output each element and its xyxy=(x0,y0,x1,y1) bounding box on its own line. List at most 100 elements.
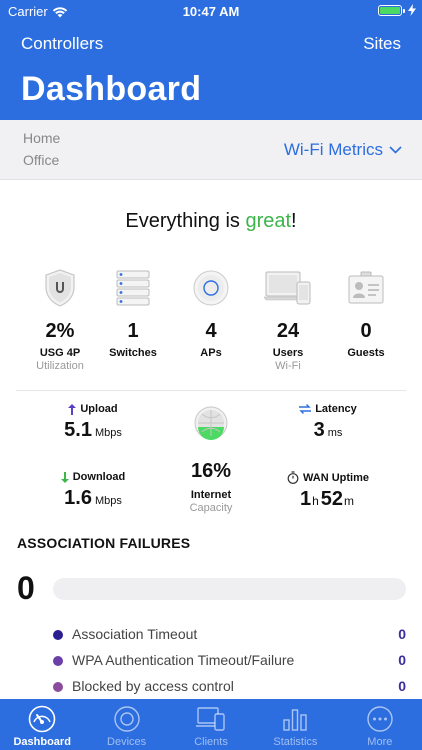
failure-value: 0 xyxy=(398,626,406,642)
download-stat: Download 1.6 Mbps xyxy=(18,471,168,510)
failure-item-wpa-auth[interactable]: WPA Authentication Timeout/Failure 0 xyxy=(53,652,406,672)
tab-clients[interactable]: Clients xyxy=(169,699,253,750)
status-right xyxy=(378,4,416,16)
headline-highlight: great xyxy=(245,210,292,232)
uptime-minutes-unit: m xyxy=(344,494,355,508)
wan-uptime-label: WAN Uptime xyxy=(303,471,369,484)
failure-label: Association Timeout xyxy=(72,626,198,642)
status-bar: Carrier 10:47 AM xyxy=(0,0,422,22)
capacity-label: Capacity xyxy=(189,502,233,514)
devices-disc-icon xyxy=(113,706,140,732)
legend-dot xyxy=(53,656,63,666)
failure-value: 0 xyxy=(398,652,406,668)
devices-icon xyxy=(264,271,311,305)
device-users[interactable]: 24 Users Wi-Fi xyxy=(246,268,330,372)
wan-uptime-stat: WAN Uptime 1h 52m xyxy=(253,471,403,511)
switches-label: Switches xyxy=(109,347,157,359)
headline-prefix: Everything is xyxy=(125,210,246,232)
tab-devices[interactable]: Devices xyxy=(84,699,168,750)
latency-unit: ms xyxy=(327,427,343,439)
switch-icon xyxy=(116,270,150,306)
statistics-icon xyxy=(283,709,308,731)
tab-label: More xyxy=(367,736,393,748)
uptime-hours-unit: h xyxy=(312,494,319,508)
access-point-icon xyxy=(193,270,229,306)
latency-label: Latency xyxy=(315,403,357,415)
headline-suffix: ! xyxy=(291,210,297,232)
tab-label: Clients xyxy=(194,736,228,748)
chevron-down-icon xyxy=(389,146,402,154)
aps-count: 4 xyxy=(205,320,217,342)
aps-label: APs xyxy=(200,347,222,359)
tab-label: Devices xyxy=(107,736,147,748)
upload-label: Upload xyxy=(80,403,118,415)
internet-capacity-value: 16% xyxy=(190,460,232,482)
upload-unit: Mbps xyxy=(94,427,122,439)
failure-label: WPA Authentication Timeout/Failure xyxy=(72,652,295,668)
association-failures-count: 0 xyxy=(17,570,35,606)
failure-item-blocked[interactable]: Blocked by access control 0 xyxy=(53,678,406,698)
tab-statistics[interactable]: Statistics xyxy=(253,699,337,750)
site-name-line1: Home xyxy=(23,130,61,146)
legend-dot xyxy=(53,630,63,640)
app-header: Carrier 10:47 AM Controllers Sites Dashb… xyxy=(0,0,422,120)
download-unit: Mbps xyxy=(94,495,122,507)
switches-count: 1 xyxy=(127,320,139,342)
health-headline: Everything is great! xyxy=(0,210,422,233)
section-divider xyxy=(16,390,406,391)
usg-label: USG 4P xyxy=(39,347,81,359)
tab-more[interactable]: More xyxy=(338,699,422,750)
uptime-hours: 1 xyxy=(299,488,312,510)
download-label: Download xyxy=(72,471,126,483)
failure-value: 0 xyxy=(398,678,406,694)
uptime-minutes: 52 xyxy=(320,488,344,510)
more-icon xyxy=(367,706,393,732)
users-label: Users xyxy=(272,347,304,359)
tab-label: Statistics xyxy=(273,736,318,748)
arrow-down-icon xyxy=(60,471,69,483)
tab-dashboard[interactable]: Dashboard xyxy=(0,699,84,750)
guest-badge-icon xyxy=(348,271,384,304)
shield-icon xyxy=(45,269,75,307)
tab-label: Dashboard xyxy=(13,736,71,748)
download-value: 1.6 xyxy=(64,487,92,509)
guests-count: 0 xyxy=(360,320,372,342)
tab-bar: Dashboard Devices Clients Statistics Mor… xyxy=(0,699,422,750)
guests-label: Guests xyxy=(347,347,385,359)
users-sub-label: Wi-Fi xyxy=(275,360,301,372)
wifi-metrics-label: Wi-Fi Metrics xyxy=(283,140,383,159)
device-switches[interactable]: 1 Switches xyxy=(91,268,175,360)
latency-value: 3 xyxy=(313,419,325,441)
latency-stat: Latency 3 ms xyxy=(253,403,403,442)
association-failures-title: ASSOCIATION FAILURES xyxy=(17,535,191,551)
swap-arrows-icon xyxy=(299,404,312,414)
device-summary-row: 2% USG 4P Utilization 1 Switches 4 APs 2… xyxy=(0,268,422,380)
arrow-up-icon xyxy=(68,403,77,415)
status-time: 10:47 AM xyxy=(182,4,240,19)
battery-icon xyxy=(378,4,405,16)
device-aps[interactable]: 4 APs xyxy=(169,268,253,360)
internet-globe-icon xyxy=(194,406,228,440)
device-guests[interactable]: 0 Guests xyxy=(324,268,408,360)
page-title: Dashboard xyxy=(21,70,202,108)
upload-value: 5.1 xyxy=(64,419,92,441)
internet-capacity[interactable]: 16% Internet Capacity xyxy=(161,405,261,514)
controllers-button[interactable]: Controllers xyxy=(21,34,103,54)
clients-icon xyxy=(196,707,225,731)
users-count: 24 xyxy=(276,320,300,342)
failure-label: Blocked by access control xyxy=(72,678,234,694)
wifi-metrics-dropdown[interactable]: Wi-Fi Metrics xyxy=(284,140,402,160)
association-failures-bar xyxy=(53,578,406,600)
site-bar: Home Office Wi-Fi Metrics xyxy=(0,120,422,180)
usg-sub-label: Utilization xyxy=(36,360,84,372)
failure-item-association-timeout[interactable]: Association Timeout 0 xyxy=(53,626,406,646)
upload-stat: Upload 5.1 Mbps xyxy=(18,403,168,442)
stopwatch-icon xyxy=(287,471,299,484)
site-name-line2: Office xyxy=(23,152,60,168)
dashboard-gauge-icon xyxy=(28,705,56,733)
charging-bolt-icon xyxy=(408,4,416,16)
internet-label: Internet xyxy=(190,489,232,501)
legend-dot xyxy=(53,682,63,692)
device-usg[interactable]: 2% USG 4P Utilization xyxy=(18,268,102,372)
sites-button[interactable]: Sites xyxy=(363,34,401,54)
